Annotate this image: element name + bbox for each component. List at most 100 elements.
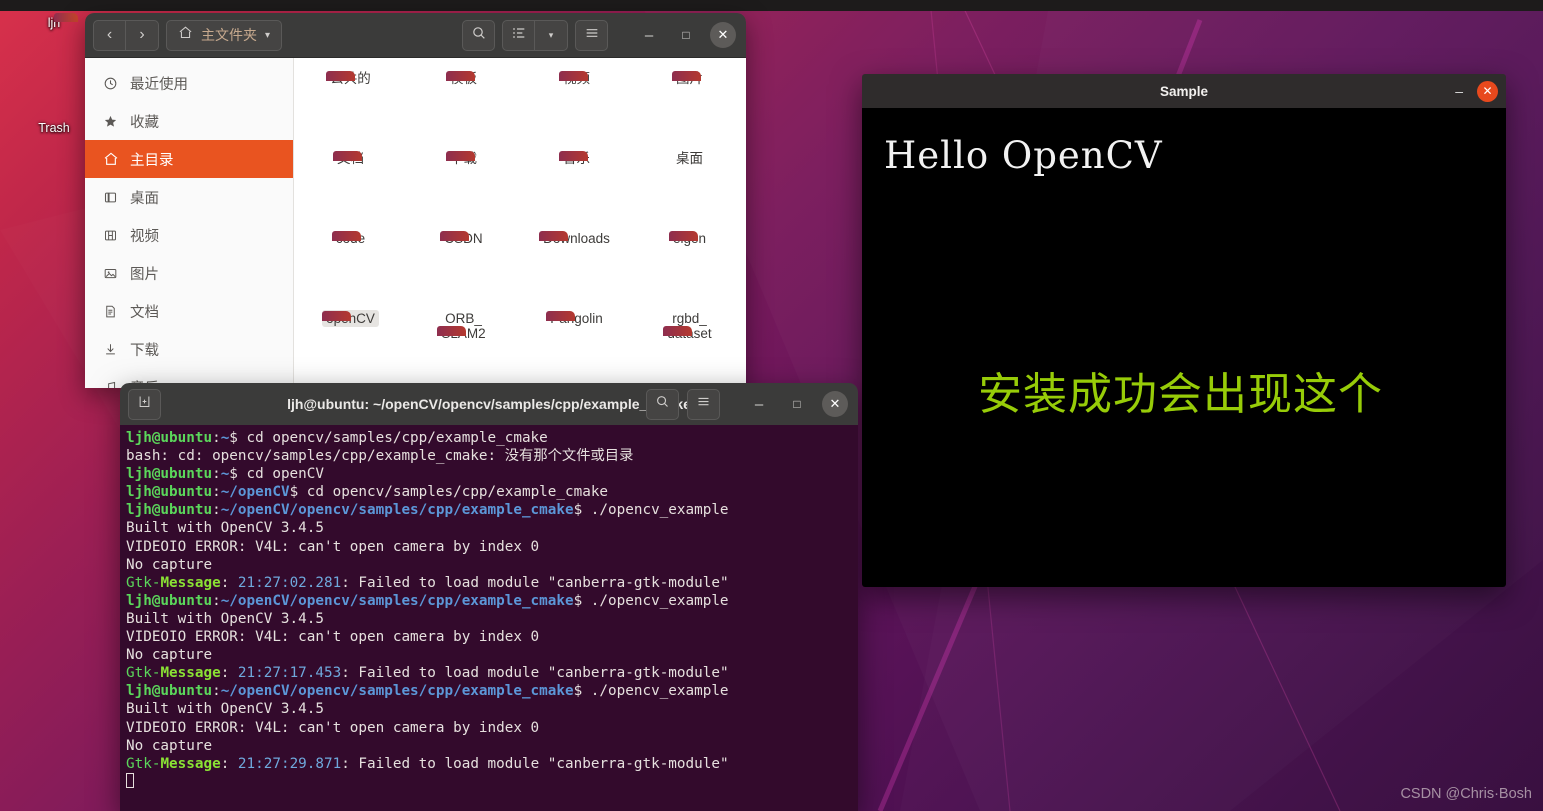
file-item-music[interactable]: 音乐	[520, 150, 633, 230]
close-icon: ✕	[710, 22, 736, 48]
terminal-line: VIDEOIO ERROR: V4L: can't open camera by…	[126, 538, 540, 555]
watermark: CSDN @Chris·Bosh	[1400, 786, 1532, 802]
desktop: ljh Trash ‹ › 主文件夹 ▾ ▾ – □ ✕ 最近使用 收藏 主目录…	[0, 0, 1543, 811]
desktop-icon-home[interactable]: ljh	[23, 13, 85, 30]
terminal-menu-button[interactable]	[687, 388, 720, 420]
music-icon	[102, 379, 119, 388]
nav-button-group: ‹ ›	[93, 19, 159, 51]
new-tab-icon	[137, 394, 152, 414]
sidebar-item-downloads[interactable]: 下载	[85, 330, 293, 368]
hamburger-menu-icon	[584, 25, 600, 46]
file-item-pangolin[interactable]: Pangolin	[520, 310, 633, 388]
terminal-line: No capture	[126, 647, 213, 664]
sidebar-item-label: 主目录	[130, 152, 174, 169]
file-item-downloads-en[interactable]: Downloads	[520, 230, 633, 310]
sidebar-item-videos[interactable]: 视频	[85, 216, 293, 254]
sidebar-item-label: 下载	[130, 342, 159, 359]
minimize-button[interactable]: –	[1455, 83, 1463, 99]
back-button[interactable]: ‹	[93, 19, 126, 51]
terminal-line: VIDEOIO ERROR: V4L: can't open camera by…	[126, 629, 540, 646]
file-item-public[interactable]: 公共的	[294, 70, 407, 150]
sample-window-title: Sample	[1159, 83, 1209, 99]
file-item-csdn[interactable]: CSDN	[407, 230, 520, 310]
document-icon	[102, 303, 119, 320]
chevron-down-icon[interactable]: ▾	[265, 30, 270, 41]
hamburger-menu-icon	[696, 394, 711, 414]
sidebar-item-pictures[interactable]: 图片	[85, 254, 293, 292]
terminal-line: ljh@ubuntu:~$ cd openCV	[126, 466, 324, 483]
gnome-top-bar	[0, 0, 1543, 11]
file-item-templates[interactable]: 模板	[407, 70, 520, 150]
sample-canvas: Hello OpenCV 安装成功会出现这个	[862, 108, 1506, 587]
terminal-line: ljh@ubuntu:~/openCV/opencv/samples/cpp/e…	[126, 592, 729, 609]
file-manager-body: 最近使用 收藏 主目录 桌面 视频 图片 文档 下载 桌面 Downloads …	[85, 58, 746, 388]
terminal-line: Built with OpenCV 3.4.5	[126, 701, 324, 718]
success-message-text: 安装成功会出现这个	[978, 369, 1383, 420]
file-item-label: 桌面	[676, 151, 703, 166]
desktop-icon	[102, 189, 119, 206]
sidebar-item-label: 图片	[130, 266, 159, 283]
search-button[interactable]	[462, 19, 495, 51]
sidebar-item-label: 文档	[130, 304, 159, 321]
close-button[interactable]: ✕	[1477, 80, 1498, 102]
file-item-downloads[interactable]: 下载	[407, 150, 520, 230]
file-item-videos[interactable]: 视频	[520, 70, 633, 150]
terminal-line: No capture	[126, 737, 213, 754]
terminal-line: bash: cd: opencv/samples/cpp/example_cma…	[126, 448, 634, 465]
minimize-button[interactable]: –	[634, 20, 664, 50]
terminal-line: Gtk-Message: 21:27:17.453: Failed to loa…	[126, 665, 729, 682]
path-bar[interactable]: 主文件夹 ▾	[166, 19, 283, 51]
opencv-sample-window[interactable]: Sample – ✕ Hello OpenCV 安装成功会出现这个	[862, 74, 1506, 587]
desktop-icon-trash[interactable]: Trash	[23, 118, 85, 135]
file-item-pictures[interactable]: 图片	[633, 70, 746, 150]
file-item-orb-slam2[interactable]: ORB_ SLAM2	[407, 310, 520, 388]
download-icon	[102, 341, 119, 358]
maximize-button[interactable]: □	[671, 20, 701, 50]
file-item-code[interactable]: code	[294, 230, 407, 310]
forward-button[interactable]: ›	[126, 19, 159, 51]
terminal-line: VIDEOIO ERROR: V4L: can't open camera by…	[126, 719, 540, 736]
close-button[interactable]: ✕	[820, 389, 850, 419]
home-icon	[102, 151, 119, 168]
terminal-line: ljh@ubuntu:~/openCV$ cd opencv/samples/c…	[126, 484, 609, 501]
terminal-titlebar: ljh@ubuntu: ~/openCV/opencv/samples/cpp/…	[120, 383, 858, 425]
sidebar-item-home[interactable]: 主目录	[85, 140, 293, 178]
menu-button[interactable]	[575, 19, 608, 51]
sidebar-item-recent[interactable]: 最近使用	[85, 64, 293, 102]
terminal-line: Gtk-Message: 21:27:29.871: Failed to loa…	[126, 755, 729, 772]
terminal-search-button[interactable]	[646, 388, 679, 420]
list-view-button[interactable]	[502, 19, 535, 51]
terminal-line: No capture	[126, 556, 213, 573]
new-tab-button[interactable]	[128, 388, 161, 420]
chevron-down-icon: ▾	[548, 29, 554, 40]
list-view-icon	[511, 25, 527, 46]
file-item-desktop[interactable]: 桌面	[633, 150, 746, 230]
file-item-rgbd-dataset[interactable]: rgbd_ dataset	[633, 310, 746, 388]
search-icon	[471, 25, 487, 46]
terminal-line: ljh@ubuntu:~/openCV/opencv/samples/cpp/e…	[126, 502, 729, 519]
sample-window-controls: – ✕	[1455, 80, 1498, 102]
sidebar-item-desktop[interactable]: 桌面	[85, 178, 293, 216]
sidebar-item-label: 桌面	[130, 190, 159, 207]
file-manager-window[interactable]: ‹ › 主文件夹 ▾ ▾ – □ ✕ 最近使用 收藏 主目录 桌面 视频 图片 …	[85, 13, 746, 388]
terminal-line: Gtk-Message: 21:27:02.281: Failed to loa…	[126, 574, 729, 591]
file-item-opencv[interactable]: openCV	[294, 310, 407, 388]
desktop-icon-label: Trash	[38, 121, 70, 135]
sidebar-item-starred[interactable]: 收藏	[85, 102, 293, 140]
close-icon: ✕	[1482, 84, 1493, 98]
sidebar: 最近使用 收藏 主目录 桌面 视频 图片 文档 下载	[85, 58, 294, 388]
star-icon	[102, 113, 119, 130]
sidebar-item-label: 最近使用	[130, 76, 188, 93]
file-item-eigen[interactable]: eigen	[633, 230, 746, 310]
file-item-documents[interactable]: 文档	[294, 150, 407, 230]
image-icon	[102, 265, 119, 282]
terminal-output[interactable]: ljh@ubuntu:~$ cd opencv/samples/cpp/exam…	[120, 425, 858, 811]
terminal-line: Built with OpenCV 3.4.5	[126, 610, 324, 627]
sidebar-item-documents[interactable]: 文档	[85, 292, 293, 330]
close-button[interactable]: ✕	[708, 20, 738, 50]
terminal-line: ljh@ubuntu:~$ cd opencv/samples/cpp/exam…	[126, 430, 548, 446]
terminal-window[interactable]: ljh@ubuntu: ~/openCV/opencv/samples/cpp/…	[120, 383, 858, 811]
view-dropdown-button[interactable]: ▾	[535, 19, 568, 51]
maximize-button[interactable]: □	[782, 389, 812, 419]
minimize-button[interactable]: –	[744, 389, 774, 419]
